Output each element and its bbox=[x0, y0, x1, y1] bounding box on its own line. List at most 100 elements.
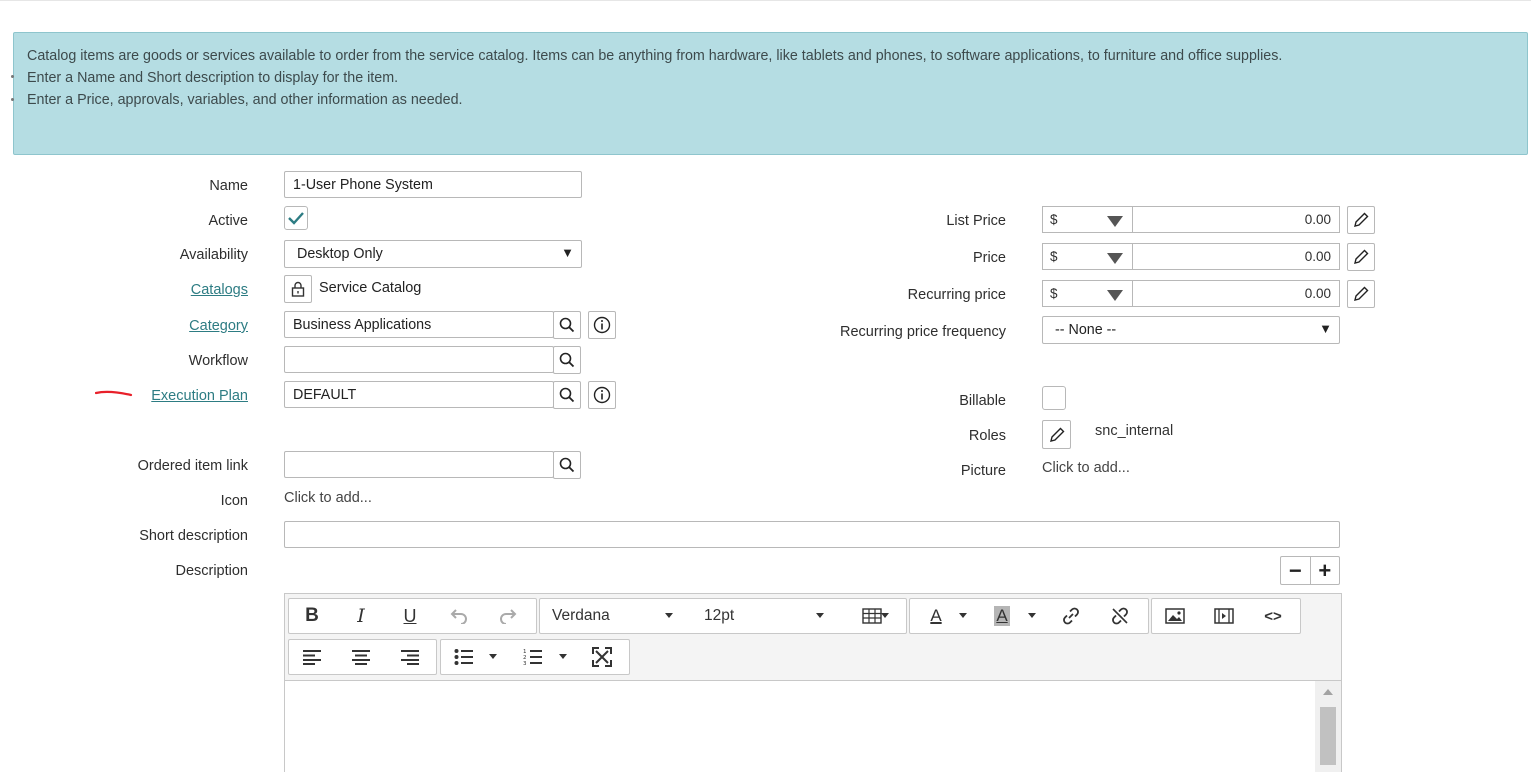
category-search-button[interactable] bbox=[553, 311, 581, 339]
recurring-price-edit-button[interactable] bbox=[1347, 280, 1375, 308]
execution-plan-link[interactable]: Execution Plan bbox=[151, 388, 248, 404]
recurring-frequency-label: Recurring price frequency bbox=[839, 324, 1006, 340]
background-color-button[interactable]: A bbox=[990, 604, 1014, 628]
search-icon bbox=[559, 317, 575, 333]
image-icon bbox=[1165, 608, 1185, 624]
availability-select[interactable]: Desktop Only ▼ bbox=[284, 240, 582, 268]
scrollbar-thumb[interactable] bbox=[1320, 707, 1336, 765]
recurring-price-amount[interactable]: 0.00 bbox=[1305, 286, 1331, 301]
bullet-dot bbox=[11, 75, 14, 78]
font-toolbar-group: Verdana 12pt bbox=[539, 598, 907, 634]
align-left-button[interactable] bbox=[299, 645, 325, 669]
chevron-down-icon bbox=[489, 654, 497, 659]
redo-button[interactable] bbox=[495, 604, 521, 628]
short-description-input[interactable] bbox=[284, 521, 1340, 548]
description-text-area[interactable] bbox=[285, 680, 1341, 772]
billable-checkbox[interactable] bbox=[1042, 386, 1066, 410]
description-label: Description bbox=[175, 563, 248, 579]
pencil-icon bbox=[1049, 427, 1064, 442]
active-label: Active bbox=[208, 213, 249, 229]
short-description-label: Short description bbox=[139, 528, 248, 544]
catalogs-lock-button[interactable] bbox=[284, 275, 312, 303]
bold-button[interactable]: B bbox=[299, 604, 325, 628]
align-toolbar-group bbox=[288, 639, 437, 675]
collapse-minus-button[interactable]: − bbox=[1281, 557, 1310, 584]
bullet-list-icon bbox=[454, 649, 473, 665]
insert-image-button[interactable] bbox=[1162, 604, 1188, 628]
text-color-button[interactable]: A bbox=[924, 604, 948, 628]
fullscreen-button[interactable] bbox=[589, 645, 615, 669]
list-price-edit-button[interactable] bbox=[1347, 206, 1375, 234]
font-family-select[interactable]: Verdana bbox=[552, 604, 672, 628]
price-field[interactable]: $ 0.00 bbox=[1042, 243, 1340, 270]
dropdown-arrow-icon bbox=[1107, 216, 1123, 227]
numbered-list-button[interactable]: 123 bbox=[520, 645, 546, 669]
recurring-price-field[interactable]: $ 0.00 bbox=[1042, 280, 1340, 307]
unlink-icon bbox=[1112, 607, 1128, 625]
ordered-item-link-search-button[interactable] bbox=[553, 451, 581, 479]
dropdown-arrow-icon: ▼ bbox=[1319, 321, 1332, 336]
chevron-down-icon bbox=[816, 613, 824, 618]
media-toolbar-group: <> bbox=[1151, 598, 1301, 634]
chevron-down-icon bbox=[665, 613, 673, 618]
scroll-up-arrow-icon[interactable] bbox=[1323, 689, 1333, 695]
recurring-price-currency[interactable]: $ bbox=[1050, 286, 1058, 301]
lock-icon bbox=[291, 281, 305, 297]
chevron-down-icon bbox=[559, 654, 567, 659]
info-banner: Catalog items are goods or services avai… bbox=[13, 32, 1528, 155]
ordered-item-link-input[interactable] bbox=[284, 451, 554, 478]
svg-text:3: 3 bbox=[523, 661, 527, 666]
list-price-currency[interactable]: $ bbox=[1050, 212, 1058, 227]
source-code-button[interactable]: <> bbox=[1260, 604, 1286, 628]
category-input[interactable]: Business Applications bbox=[284, 311, 554, 338]
font-size-select[interactable]: 12pt bbox=[704, 604, 804, 628]
roles-label: Roles bbox=[968, 428, 1006, 444]
catalogs-value: Service Catalog bbox=[319, 280, 422, 296]
numbered-list-icon: 123 bbox=[523, 649, 542, 666]
icon-click-to-add[interactable]: Click to add... bbox=[284, 490, 372, 506]
align-center-button[interactable] bbox=[348, 645, 374, 669]
align-right-icon bbox=[401, 650, 419, 665]
remove-link-button[interactable] bbox=[1107, 604, 1133, 628]
format-toolbar-group: B I U bbox=[288, 598, 537, 634]
category-link[interactable]: Category bbox=[189, 318, 248, 334]
list-price-amount[interactable]: 0.00 bbox=[1305, 212, 1331, 227]
insert-link-button[interactable] bbox=[1058, 604, 1084, 628]
bullet-list-button[interactable] bbox=[451, 645, 477, 669]
editor-scrollbar[interactable] bbox=[1315, 681, 1341, 772]
pencil-icon bbox=[1354, 286, 1369, 301]
execution-plan-search-button[interactable] bbox=[553, 381, 581, 409]
picture-click-to-add[interactable]: Click to add... bbox=[1042, 460, 1130, 476]
price-amount[interactable]: 0.00 bbox=[1305, 249, 1331, 264]
recurring-frequency-select[interactable]: -- None -- ▼ bbox=[1042, 316, 1340, 344]
align-right-button[interactable] bbox=[397, 645, 423, 669]
roles-value: snc_internal bbox=[1095, 423, 1174, 439]
list-price-field[interactable]: $ 0.00 bbox=[1042, 206, 1340, 233]
underline-button[interactable]: U bbox=[397, 604, 423, 628]
category-info-button[interactable] bbox=[588, 311, 616, 339]
list-toolbar-group: 123 bbox=[440, 639, 630, 675]
catalogs-link[interactable]: Catalogs bbox=[191, 282, 248, 298]
background-color-label: A bbox=[994, 606, 1010, 626]
billable-label: Billable bbox=[959, 393, 1006, 409]
workflow-search-button[interactable] bbox=[553, 346, 581, 374]
insert-video-button[interactable] bbox=[1211, 604, 1237, 628]
price-edit-button[interactable] bbox=[1347, 243, 1375, 271]
picture-label: Picture bbox=[960, 463, 1006, 479]
italic-button[interactable]: I bbox=[348, 604, 374, 628]
execution-plan-input[interactable]: DEFAULT bbox=[284, 381, 554, 408]
expand-plus-button[interactable]: + bbox=[1309, 557, 1340, 584]
active-checkbox[interactable] bbox=[284, 206, 308, 230]
banner-line-1: Catalog items are goods or services avai… bbox=[27, 48, 1283, 64]
price-currency[interactable]: $ bbox=[1050, 249, 1058, 264]
roles-edit-button[interactable] bbox=[1042, 420, 1071, 449]
icon-label: Icon bbox=[220, 493, 248, 509]
red-annotation-mark bbox=[95, 390, 133, 397]
workflow-input[interactable] bbox=[284, 346, 554, 373]
search-icon bbox=[559, 352, 575, 368]
execution-plan-info-button[interactable] bbox=[588, 381, 616, 409]
availability-label: Availability bbox=[179, 247, 248, 263]
font-size-value: 12pt bbox=[704, 607, 735, 624]
name-input[interactable]: 1-User Phone System bbox=[284, 171, 582, 198]
undo-button[interactable] bbox=[446, 604, 472, 628]
